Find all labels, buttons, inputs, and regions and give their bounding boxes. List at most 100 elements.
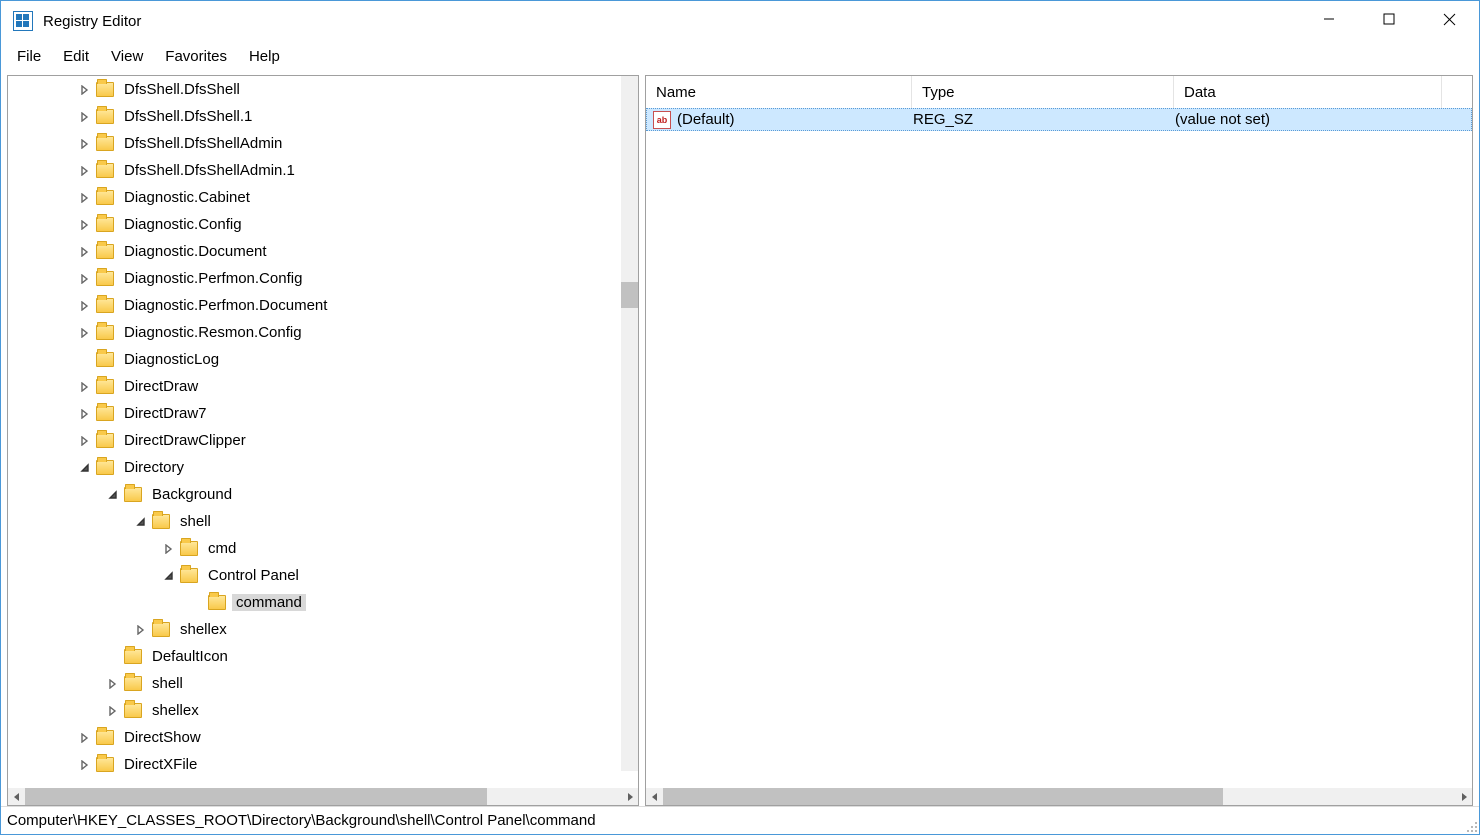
- chevron-right-icon[interactable]: [78, 731, 92, 745]
- tree-vertical-scroll-thumb[interactable]: [621, 282, 638, 308]
- tree-node[interactable]: DefaultIcon: [28, 643, 638, 670]
- tree-node[interactable]: Diagnostic.Perfmon.Document: [28, 292, 638, 319]
- tree-node[interactable]: shellex: [28, 697, 638, 724]
- tree-node[interactable]: DfsShell.DfsShellAdmin: [28, 130, 638, 157]
- menu-favorites[interactable]: Favorites: [155, 44, 237, 69]
- tree-node[interactable]: cmd: [28, 535, 638, 562]
- tree-horizontal-scroll-thumb[interactable]: [25, 788, 487, 805]
- values-list[interactable]: ab(Default)REG_SZ(value not set): [646, 108, 1472, 788]
- chevron-right-icon[interactable]: [78, 110, 92, 124]
- folder-icon: [124, 703, 142, 718]
- chevron-right-icon[interactable]: [78, 137, 92, 151]
- folder-icon: [180, 541, 198, 556]
- tree-node[interactable]: DirectDraw: [28, 373, 638, 400]
- scroll-left-icon[interactable]: [8, 788, 25, 805]
- tree-node-label: DfsShell.DfsShellAdmin.1: [120, 162, 299, 179]
- tree-node[interactable]: Diagnostic.Cabinet: [28, 184, 638, 211]
- menu-view[interactable]: View: [101, 44, 153, 69]
- close-button[interactable]: [1419, 1, 1479, 41]
- chevron-right-icon[interactable]: [78, 380, 92, 394]
- scroll-left-icon[interactable]: [646, 788, 663, 805]
- tree-horizontal-scrollbar[interactable]: [8, 788, 638, 805]
- menu-file[interactable]: File: [7, 44, 51, 69]
- chevron-down-icon[interactable]: [78, 461, 92, 475]
- value-row[interactable]: ab(Default)REG_SZ(value not set): [646, 108, 1472, 131]
- tree-node[interactable]: DfsShell.DfsShellAdmin.1: [28, 157, 638, 184]
- values-header[interactable]: Name Type Data: [646, 76, 1472, 108]
- tree-node[interactable]: DirectDrawClipper: [28, 427, 638, 454]
- tree-node[interactable]: DirectXFile: [28, 751, 638, 778]
- values-horizontal-scroll-thumb[interactable]: [663, 788, 1223, 805]
- menu-help[interactable]: Help: [239, 44, 290, 69]
- tree-node[interactable]: DirectShow: [28, 724, 638, 751]
- folder-icon: [96, 82, 114, 97]
- values-horizontal-scrollbar[interactable]: [646, 788, 1472, 805]
- chevron-right-icon[interactable]: [106, 677, 120, 691]
- tree-node-label: shellex: [148, 702, 203, 719]
- chevron-right-icon[interactable]: [78, 164, 92, 178]
- scroll-right-icon[interactable]: [621, 788, 638, 805]
- maximize-icon: [1383, 13, 1395, 25]
- tree-node[interactable]: Diagnostic.Config: [28, 211, 638, 238]
- chevron-right-icon[interactable]: [78, 245, 92, 259]
- chevron-right-icon[interactable]: [78, 191, 92, 205]
- chevron-right-icon[interactable]: [78, 434, 92, 448]
- tree-node-label: Diagnostic.Perfmon.Config: [120, 270, 306, 287]
- chevron-right-icon[interactable]: [78, 83, 92, 97]
- tree-node-label: Background: [148, 486, 236, 503]
- chevron-down-icon[interactable]: [162, 569, 176, 583]
- chevron-right-icon[interactable]: [78, 272, 92, 286]
- tree-node[interactable]: shellex: [28, 616, 638, 643]
- folder-icon: [124, 676, 142, 691]
- minimize-button[interactable]: [1299, 1, 1359, 41]
- tree-node-label: DirectDraw7: [120, 405, 211, 422]
- titlebar[interactable]: Registry Editor: [1, 1, 1479, 41]
- menu-edit[interactable]: Edit: [53, 44, 99, 69]
- tree-node[interactable]: command: [28, 589, 638, 616]
- statusbar-path: Computer\HKEY_CLASSES_ROOT\Directory\Bac…: [7, 812, 596, 829]
- tree-node[interactable]: DfsShell.DfsShell: [28, 76, 638, 103]
- tree-node[interactable]: Directory: [28, 454, 638, 481]
- tree-node-label: Directory: [120, 459, 188, 476]
- tree-vertical-scrollbar[interactable]: [621, 76, 638, 771]
- chevron-right-icon[interactable]: [78, 407, 92, 421]
- tree-node[interactable]: Diagnostic.Perfmon.Config: [28, 265, 638, 292]
- tree-node[interactable]: DfsShell.DfsShell.1: [28, 103, 638, 130]
- tree-node[interactable]: Diagnostic.Resmon.Config: [28, 319, 638, 346]
- maximize-button[interactable]: [1359, 1, 1419, 41]
- chevron-right-icon[interactable]: [106, 704, 120, 718]
- folder-icon: [96, 352, 114, 367]
- tree-node[interactable]: Background: [28, 481, 638, 508]
- column-header-data[interactable]: Data: [1174, 76, 1442, 108]
- chevron-right-icon[interactable]: [78, 299, 92, 313]
- registry-tree[interactable]: DfsShell.DfsShellDfsShell.DfsShell.1DfsS…: [8, 76, 638, 788]
- values-pane: Name Type Data ab(Default)REG_SZ(value n…: [645, 75, 1473, 806]
- tree-node-label: DefaultIcon: [148, 648, 232, 665]
- tree-node[interactable]: shell: [28, 508, 638, 535]
- chevron-right-icon[interactable]: [162, 542, 176, 556]
- chevron-down-icon[interactable]: [134, 515, 148, 529]
- no-expander: [190, 596, 204, 610]
- tree-node[interactable]: DirectDraw7: [28, 400, 638, 427]
- folder-icon: [96, 217, 114, 232]
- chevron-right-icon[interactable]: [134, 623, 148, 637]
- chevron-right-icon[interactable]: [78, 758, 92, 772]
- tree-node[interactable]: Diagnostic.Document: [28, 238, 638, 265]
- chevron-right-icon[interactable]: [78, 218, 92, 232]
- tree-node[interactable]: shell: [28, 670, 638, 697]
- scroll-right-icon[interactable]: [1455, 788, 1472, 805]
- close-icon: [1443, 13, 1456, 26]
- column-header-name[interactable]: Name: [646, 76, 912, 108]
- chevron-right-icon[interactable]: [78, 326, 92, 340]
- folder-icon: [152, 514, 170, 529]
- registry-editor-window: Registry Editor File Edit View Favorites…: [0, 0, 1480, 835]
- no-expander: [78, 353, 92, 367]
- menubar: File Edit View Favorites Help: [1, 41, 1479, 73]
- tree-node[interactable]: Control Panel: [28, 562, 638, 589]
- tree-node-label: shell: [148, 675, 187, 692]
- folder-icon: [96, 298, 114, 313]
- column-header-type[interactable]: Type: [912, 76, 1174, 108]
- tree-node[interactable]: DiagnosticLog: [28, 346, 638, 373]
- resize-grip[interactable]: [1465, 820, 1477, 832]
- chevron-down-icon[interactable]: [106, 488, 120, 502]
